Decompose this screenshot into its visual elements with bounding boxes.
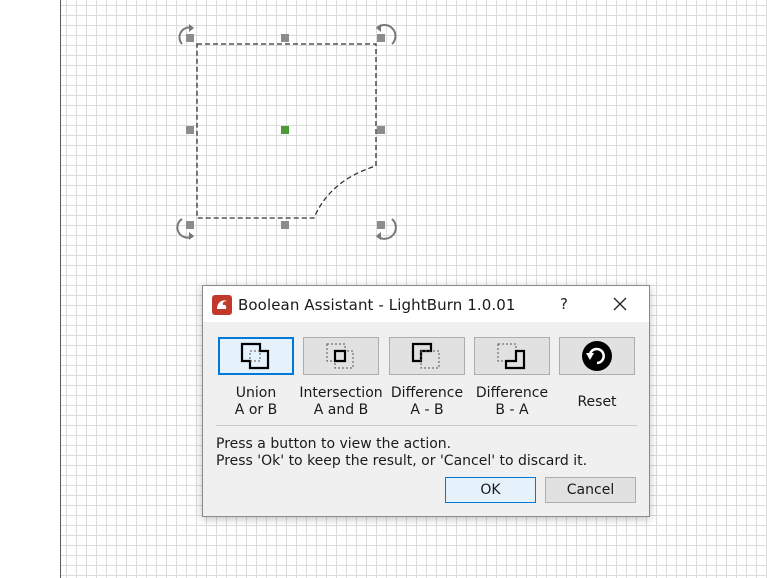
instruction-line-2: Press 'Ok' to keep the result, or 'Cance… [216, 453, 588, 469]
instruction-line-1: Press a button to view the action. [216, 436, 452, 452]
difference-a-b-label: Difference A - B [390, 385, 464, 418]
handle-bottom-left[interactable] [186, 221, 194, 229]
handle-middle-right[interactable] [377, 126, 385, 134]
reset-icon [582, 341, 612, 371]
handle-top-left[interactable] [186, 34, 194, 42]
union-button[interactable] [218, 337, 294, 375]
dialog-titlebar[interactable]: Boolean Assistant - LightBurn 1.0.01 ? [203, 286, 649, 322]
difference-b-a-label: Difference B - A [475, 385, 549, 418]
reset-button[interactable] [559, 337, 635, 375]
handle-top-right[interactable] [377, 34, 385, 42]
instructions-text: Press a button to view the action. Press… [216, 436, 587, 470]
difference-a-b-button[interactable] [389, 337, 465, 375]
help-button[interactable]: ? [543, 290, 585, 318]
intersection-icon [326, 343, 354, 369]
lightburn-app-icon [212, 295, 232, 315]
handle-middle-left[interactable] [186, 126, 194, 134]
close-button[interactable] [599, 290, 641, 318]
intersection-button[interactable] [303, 337, 379, 375]
boolean-assistant-dialog: Boolean Assistant - LightBurn 1.0.01 ? U… [202, 285, 650, 517]
difference-b-a-icon [497, 343, 526, 370]
center-handle[interactable] [281, 126, 289, 134]
separator [216, 425, 637, 426]
handle-bottom-right[interactable] [377, 221, 385, 229]
union-label: Union A or B [234, 385, 278, 418]
intersection-label: Intersection A and B [299, 385, 383, 418]
difference-a-b-icon [411, 342, 440, 369]
handle-top-middle[interactable] [281, 34, 289, 42]
reset-label: Reset [577, 394, 617, 410]
handle-bottom-middle[interactable] [281, 221, 289, 229]
union-icon [240, 342, 270, 370]
close-icon [613, 297, 627, 311]
difference-b-a-button[interactable] [474, 337, 550, 375]
ok-button[interactable]: OK [445, 477, 536, 503]
dialog-title: Boolean Assistant - LightBurn 1.0.01 [238, 296, 516, 314]
cancel-button[interactable]: Cancel [545, 477, 636, 503]
